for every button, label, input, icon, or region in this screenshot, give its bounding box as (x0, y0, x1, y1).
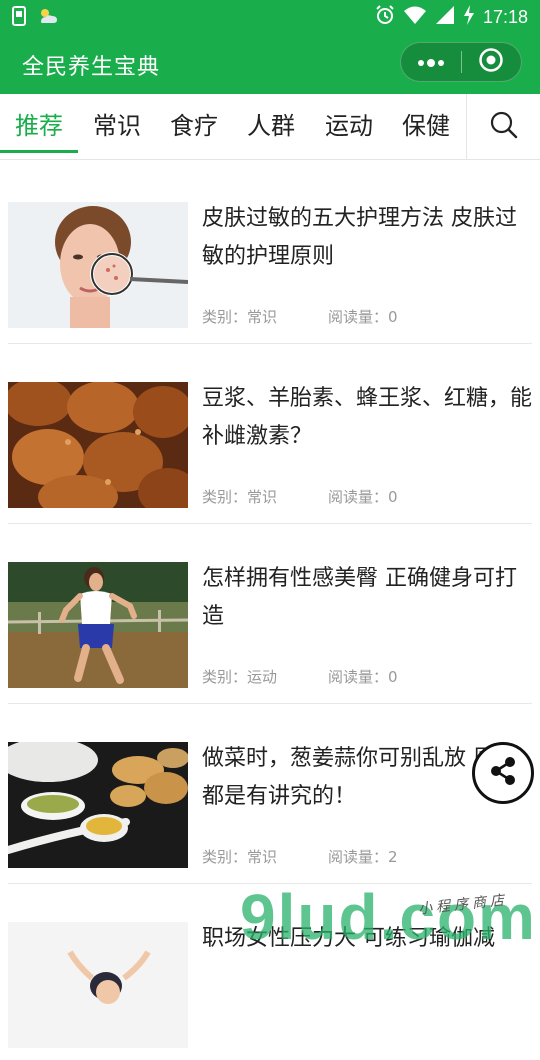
article-thumbnail-brown-sugar (8, 382, 188, 508)
list-item[interactable]: 豆浆、羊胎素、蜂王浆、红糖，能补雌激素？ 类别：常识 阅读量：0 (0, 340, 540, 524)
article-meta: 类别：常识 阅读量：0 (202, 306, 398, 327)
list-item[interactable]: 怎样拥有性感美臀 正确健身可打造 类别：运动 阅读量：0 (0, 520, 540, 704)
article-category: 类别：运动 (202, 668, 278, 686)
list-item[interactable]: 做菜时，葱姜蒜你可别乱放 原来都是有讲究的！ 类别：常识 阅读量：2 (0, 700, 540, 884)
tab-groups[interactable]: 人群 (232, 94, 310, 158)
article-title: 怎样拥有性感美臀 正确健身可打造 (202, 566, 517, 629)
list-item[interactable]: 皮肤过敏的五大护理方法 皮肤过敏的护理原则 类别：常识 阅读量：0 (0, 160, 540, 344)
article-meta: 类别：常识 阅读量：2 (202, 846, 398, 867)
alarm-icon (375, 5, 395, 29)
active-tab-indicator (0, 150, 78, 153)
article-title: 职场女性压力大 可练习瑜伽减 (202, 926, 495, 951)
list-item[interactable]: 职场女性压力大 可练习瑜伽减 (0, 880, 540, 1060)
weather-icon (36, 6, 60, 30)
search-button[interactable] (467, 94, 540, 160)
charging-icon (463, 5, 475, 29)
article-read-count: 阅读量：0 (328, 308, 398, 326)
clock: 17:18 (482, 6, 528, 27)
status-bar: 17:18 (0, 0, 540, 34)
article-thumbnail-skin (8, 202, 188, 328)
category-tabs: 推荐 常识 食疗 人群 运动 保健 (0, 94, 540, 160)
more-dots-icon (417, 53, 445, 72)
article-read-count: 阅读量：0 (328, 488, 398, 506)
article-read-count: 阅读量：0 (328, 668, 398, 686)
article-title: 豆浆、羊胎素、蜂王浆、红糖，能补雌激素？ (202, 386, 533, 449)
tab-recommend[interactable]: 推荐 (0, 94, 78, 158)
share-button[interactable] (472, 742, 534, 804)
search-icon (489, 110, 519, 144)
tab-knowledge[interactable]: 常识 (78, 94, 156, 158)
article-category: 类别：常识 (202, 848, 278, 866)
mini-program-capsule (400, 42, 522, 82)
article-thumbnail-runner (8, 562, 188, 688)
article-meta: 类别：常识 阅读量：0 (202, 486, 398, 507)
article-category: 类别：常识 (202, 308, 278, 326)
signal-icon (435, 5, 455, 29)
app-title: 全民养生宝典 (22, 55, 161, 80)
wifi-icon (403, 5, 427, 29)
tab-diet-therapy[interactable]: 食疗 (156, 94, 232, 158)
target-icon (478, 47, 504, 77)
article-category: 类别：常识 (202, 488, 278, 506)
article-thumbnail-yoga (8, 922, 188, 1048)
article-title: 皮肤过敏的五大护理方法 皮肤过敏的护理原则 (202, 206, 517, 269)
close-mini-program-button[interactable] (461, 42, 521, 82)
article-read-count: 阅读量：2 (328, 848, 398, 866)
tab-healthcare[interactable]: 保健 (388, 94, 464, 158)
article-thumbnail-ginger (8, 742, 188, 868)
share-icon (487, 755, 519, 791)
title-bar: 全民养生宝典 (0, 34, 540, 94)
sim-icon (12, 6, 26, 30)
more-button[interactable] (401, 42, 461, 82)
article-meta: 类别：运动 阅读量：0 (202, 666, 398, 687)
tab-exercise[interactable]: 运动 (310, 94, 388, 158)
